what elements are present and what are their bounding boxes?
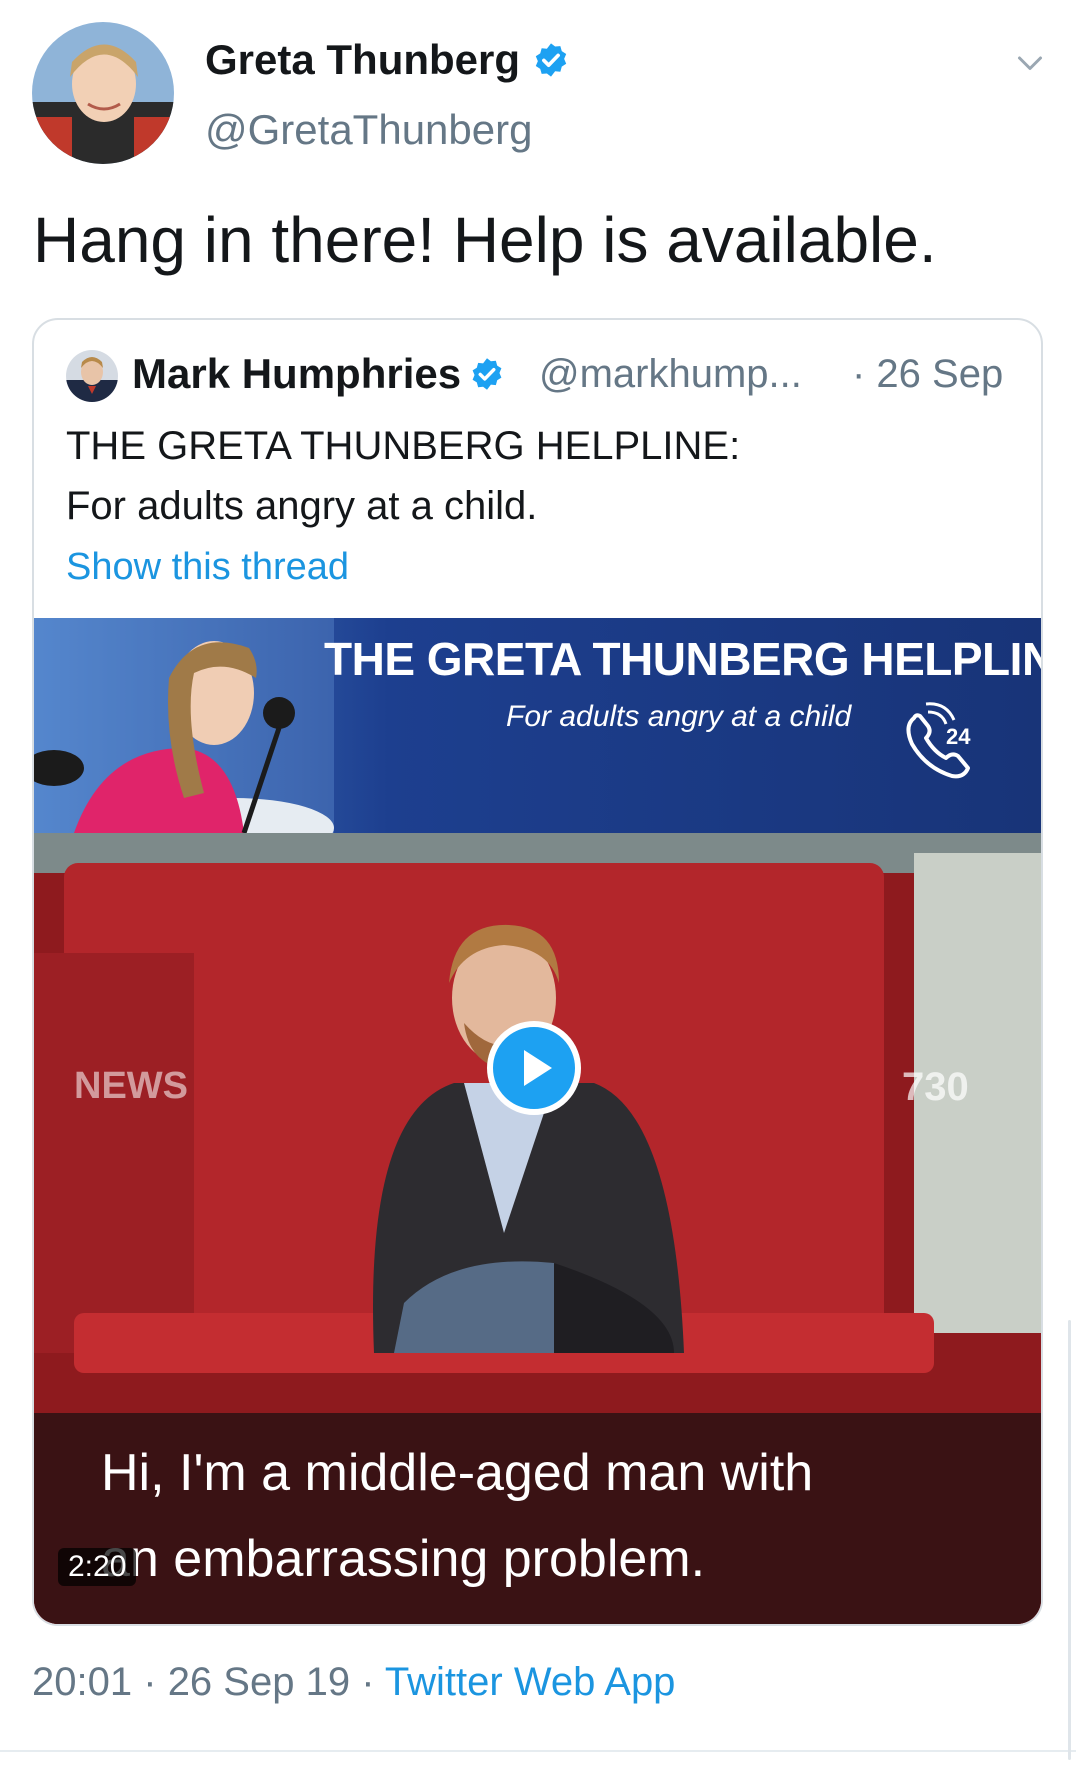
show-thread-link[interactable]: Show this thread	[66, 546, 349, 589]
author-display-name[interactable]: Greta Thunberg	[205, 36, 570, 84]
tweet-date: 26 Sep 19	[167, 1660, 351, 1704]
program-logo: 730	[902, 1065, 969, 1109]
quote-text-line-1: THE GRETA THUNBERG HELPLINE:	[66, 424, 741, 468]
channel-logo: NEWS	[74, 1065, 188, 1107]
author-handle[interactable]: @GretaThunberg	[205, 106, 532, 154]
caption-line-1: Hi, I'm a middle-aged man with	[101, 1444, 814, 1502]
play-icon[interactable]	[486, 1020, 582, 1116]
verified-badge-icon	[535, 43, 567, 77]
quoted-tweet-card[interactable]: Mark Humphries @markhump... · 26 Sep THE…	[32, 318, 1043, 1626]
caption-bar: Hi, I'm a middle-aged man with an embarr…	[34, 1413, 1041, 1624]
speaker-image	[34, 618, 334, 833]
quote-author-name[interactable]: Mark Humphries	[132, 350, 505, 398]
quote-author-handle[interactable]: @markhump...	[539, 352, 802, 397]
divider	[0, 1750, 1076, 1752]
tweet-metadata: 20:01 · 26 Sep 19 · Twitter Web App	[32, 1660, 675, 1705]
chevron-down-icon[interactable]	[1012, 46, 1048, 82]
tweet-text: Hang in there! Help is available.	[33, 204, 937, 276]
quote-text-line-2: For adults angry at a child.	[66, 484, 538, 528]
phone-badge: 24	[946, 724, 971, 749]
quote-author-avatar[interactable]	[66, 350, 118, 402]
video-banner: THE GRETA THUNBERG HELPLINE For adults a…	[34, 618, 1043, 833]
separator: ·	[361, 1660, 375, 1704]
quote-date[interactable]: · 26 Sep	[852, 352, 1003, 397]
tweet-time: 20:01	[32, 1660, 133, 1704]
video-player[interactable]: THE GRETA THUNBERG HELPLINE For adults a…	[34, 618, 1043, 1624]
author-name-text: Greta Thunberg	[205, 36, 521, 83]
banner-title: THE GRETA THUNBERG HELPLINE	[324, 633, 1043, 685]
author-avatar[interactable]	[32, 22, 174, 164]
tweet-source-link[interactable]: Twitter Web App	[385, 1660, 676, 1704]
verified-badge-icon	[472, 358, 502, 390]
phone-24-icon: 24	[906, 702, 971, 779]
scrollbar[interactable]	[1068, 1320, 1071, 1760]
banner-subtitle: For adults angry at a child	[506, 700, 852, 733]
quote-author-name-text: Mark Humphries	[132, 350, 462, 397]
separator: ·	[143, 1660, 157, 1704]
video-duration: 2:20	[58, 1548, 137, 1586]
caption-line-2: an embarrassing problem.	[101, 1530, 706, 1588]
